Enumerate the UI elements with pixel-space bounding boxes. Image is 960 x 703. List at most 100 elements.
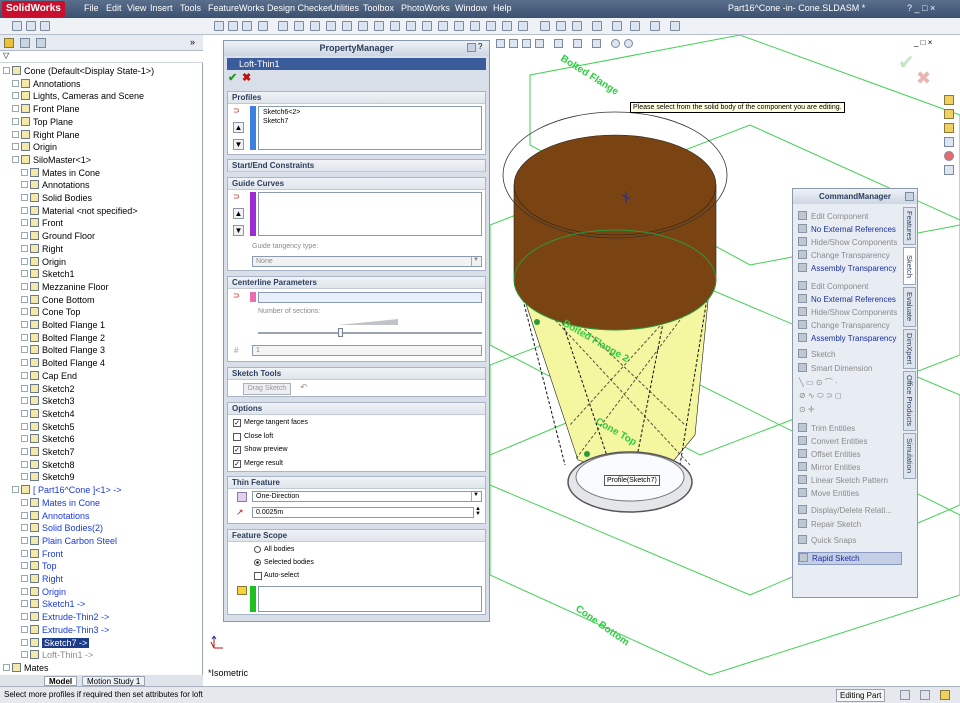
custom-properties-icon[interactable]: [944, 165, 954, 175]
profile-callout[interactable]: Profile(Sketch7): [604, 475, 660, 486]
expand-toggle-icon[interactable]: [21, 600, 28, 608]
cmd-button[interactable]: Trim Entities: [798, 423, 902, 434]
hide-show-icon[interactable]: [592, 39, 601, 48]
toolbar-btn-icon[interactable]: [422, 21, 432, 31]
expand-toggle-icon[interactable]: [12, 92, 19, 100]
cmd-button[interactable]: Smart Dimension: [798, 363, 902, 374]
configurationmanager-tab-icon[interactable]: [36, 38, 46, 48]
cmd-tab[interactable]: Office Products: [903, 371, 916, 431]
cmd-button[interactable]: Assembly Transparency: [798, 263, 902, 274]
tree-item[interactable]: Mates in Cone: [21, 167, 100, 180]
toolbar-btn-icon[interactable]: [518, 21, 528, 31]
tree-item[interactable]: Ground Floor: [21, 230, 95, 243]
expand-toggle-icon[interactable]: [21, 295, 28, 303]
tree-item[interactable]: Bolted Flange 3: [21, 344, 105, 357]
profiles-list[interactable]: Sketch6<2> Sketch7: [258, 106, 482, 150]
centerline-heading[interactable]: Centerline Parameters: [228, 277, 485, 289]
toolbar-btn-icon[interactable]: [278, 21, 288, 31]
select-icon[interactable]: [630, 21, 640, 31]
tree-item[interactable]: Sketch7 ->: [21, 637, 90, 650]
featuremanager-tab-icon[interactable]: [4, 38, 14, 48]
menu-featureworks[interactable]: FeatureWorks: [208, 3, 264, 13]
thickness-input[interactable]: 0.0025m: [252, 507, 474, 518]
drag-sketch-button[interactable]: Drag Sketch: [243, 383, 291, 395]
expand-toggle-icon[interactable]: [21, 371, 28, 379]
menu-utilities[interactable]: Utilities: [330, 3, 359, 13]
expand-toggle-icon[interactable]: [21, 575, 28, 582]
toolbar-btn-icon[interactable]: [12, 21, 22, 31]
menu-tools[interactable]: Tools: [180, 3, 201, 13]
chevron-down-icon[interactable]: ▼: [471, 257, 480, 266]
cancel-x-icon[interactable]: ✖: [242, 71, 251, 84]
expand-toggle-icon[interactable]: [21, 435, 28, 443]
cmd-button[interactable]: Rapid Sketch: [798, 552, 902, 565]
expand-toggle-icon[interactable]: [21, 308, 28, 316]
expand-toggle-icon[interactable]: [21, 587, 28, 595]
cmd-button[interactable]: Change Transparency: [798, 250, 902, 261]
cmd-button[interactable]: Display/Delete Relati...: [798, 505, 902, 516]
menu-view[interactable]: View: [127, 3, 146, 13]
expand-toggle-icon[interactable]: [12, 486, 19, 494]
expand-toggle-icon[interactable]: [21, 384, 28, 392]
menu-help[interactable]: Help: [493, 3, 512, 13]
display-style-icon[interactable]: [573, 39, 582, 48]
menu-toolbox[interactable]: Toolbox: [363, 3, 394, 13]
expand-toggle-icon[interactable]: [21, 194, 28, 201]
tree-item[interactable]: Sketch8: [21, 459, 75, 472]
menu-design-checker[interactable]: Design Checker: [267, 3, 331, 13]
cmd-options-icon[interactable]: [905, 192, 914, 201]
expand-toggle-icon[interactable]: [21, 257, 28, 265]
toolbar-btn-icon[interactable]: [40, 21, 50, 31]
move-down-icon[interactable]: ▼: [233, 139, 244, 150]
thin-feature-heading[interactable]: Thin Feature: [228, 477, 485, 489]
bodies-list[interactable]: [258, 586, 482, 612]
help-icon[interactable]: [940, 690, 950, 700]
tree-item[interactable]: Sketch4: [21, 408, 75, 421]
cmd-button[interactable]: Linear Sketch Pattern: [798, 475, 902, 486]
cmd-button[interactable]: Repair Sketch: [798, 519, 902, 530]
expand-toggle-icon[interactable]: [21, 562, 28, 570]
expand-toggle-icon[interactable]: [21, 448, 28, 455]
selected-bodies-radio[interactable]: [254, 559, 261, 566]
tree-item[interactable]: Mates in Cone: [21, 497, 100, 510]
expand-toggle-icon[interactable]: [21, 651, 28, 659]
tree-item[interactable]: Front Plane: [12, 103, 80, 116]
tree-item[interactable]: Extrude-Thin2 ->: [21, 611, 109, 624]
tree-filter[interactable]: ▽: [0, 51, 203, 63]
menu-insert[interactable]: Insert: [150, 3, 173, 13]
tree-item[interactable]: Extrude-Thin3 ->: [21, 624, 109, 637]
tab-motion-study[interactable]: Motion Study 1: [82, 676, 146, 686]
pm-help-icon[interactable]: ?: [478, 42, 482, 51]
print-icon[interactable]: [592, 21, 602, 31]
tree-item[interactable]: Origin: [12, 141, 57, 154]
expand-toggle-icon[interactable]: [21, 168, 28, 176]
auto-select-checkbox[interactable]: [254, 572, 262, 580]
cmd-button[interactable]: Quick Snaps: [798, 535, 902, 546]
cmd-button[interactable]: Sketch: [798, 349, 902, 360]
tree-item[interactable]: Origin: [21, 586, 66, 599]
previous-view-icon[interactable]: [522, 39, 531, 48]
tree-item[interactable]: Bolted Flange 4: [21, 357, 105, 370]
tree-item[interactable]: Sketch2: [21, 383, 75, 396]
expand-toggle-icon[interactable]: [12, 105, 19, 113]
tree-item[interactable]: Bolted Flange 1: [21, 319, 105, 332]
thin-direction-select[interactable]: One-Direction ▼: [252, 491, 482, 502]
profiles-heading[interactable]: Profiles: [228, 92, 485, 104]
expand-toggle-icon[interactable]: [21, 397, 28, 405]
expand-toggle-icon[interactable]: [21, 181, 28, 189]
tree-item[interactable]: Front: [21, 217, 63, 230]
expand-toggle-icon[interactable]: [21, 625, 28, 633]
expand-toggle-icon[interactable]: [21, 232, 28, 240]
menu-window[interactable]: Window: [455, 3, 487, 13]
feature-scope-heading[interactable]: Feature Scope: [228, 530, 485, 542]
tree-item[interactable]: Sketch1 ->: [21, 598, 85, 611]
toolbar-btn-icon[interactable]: [310, 21, 320, 31]
tree-item[interactable]: Sketch1: [21, 268, 75, 281]
cmd-button[interactable]: No External References: [798, 294, 902, 305]
cmd-button[interactable]: Offset Entities: [798, 449, 902, 460]
cmd-button[interactable]: Mirror Entities: [798, 462, 902, 473]
toolbar-btn-icon[interactable]: [374, 21, 384, 31]
toolbar-btn-icon[interactable]: [358, 21, 368, 31]
tree-item[interactable]: Cone (Default<Display State-1>): [3, 65, 154, 78]
toolbar-btn-icon[interactable]: [470, 21, 480, 31]
